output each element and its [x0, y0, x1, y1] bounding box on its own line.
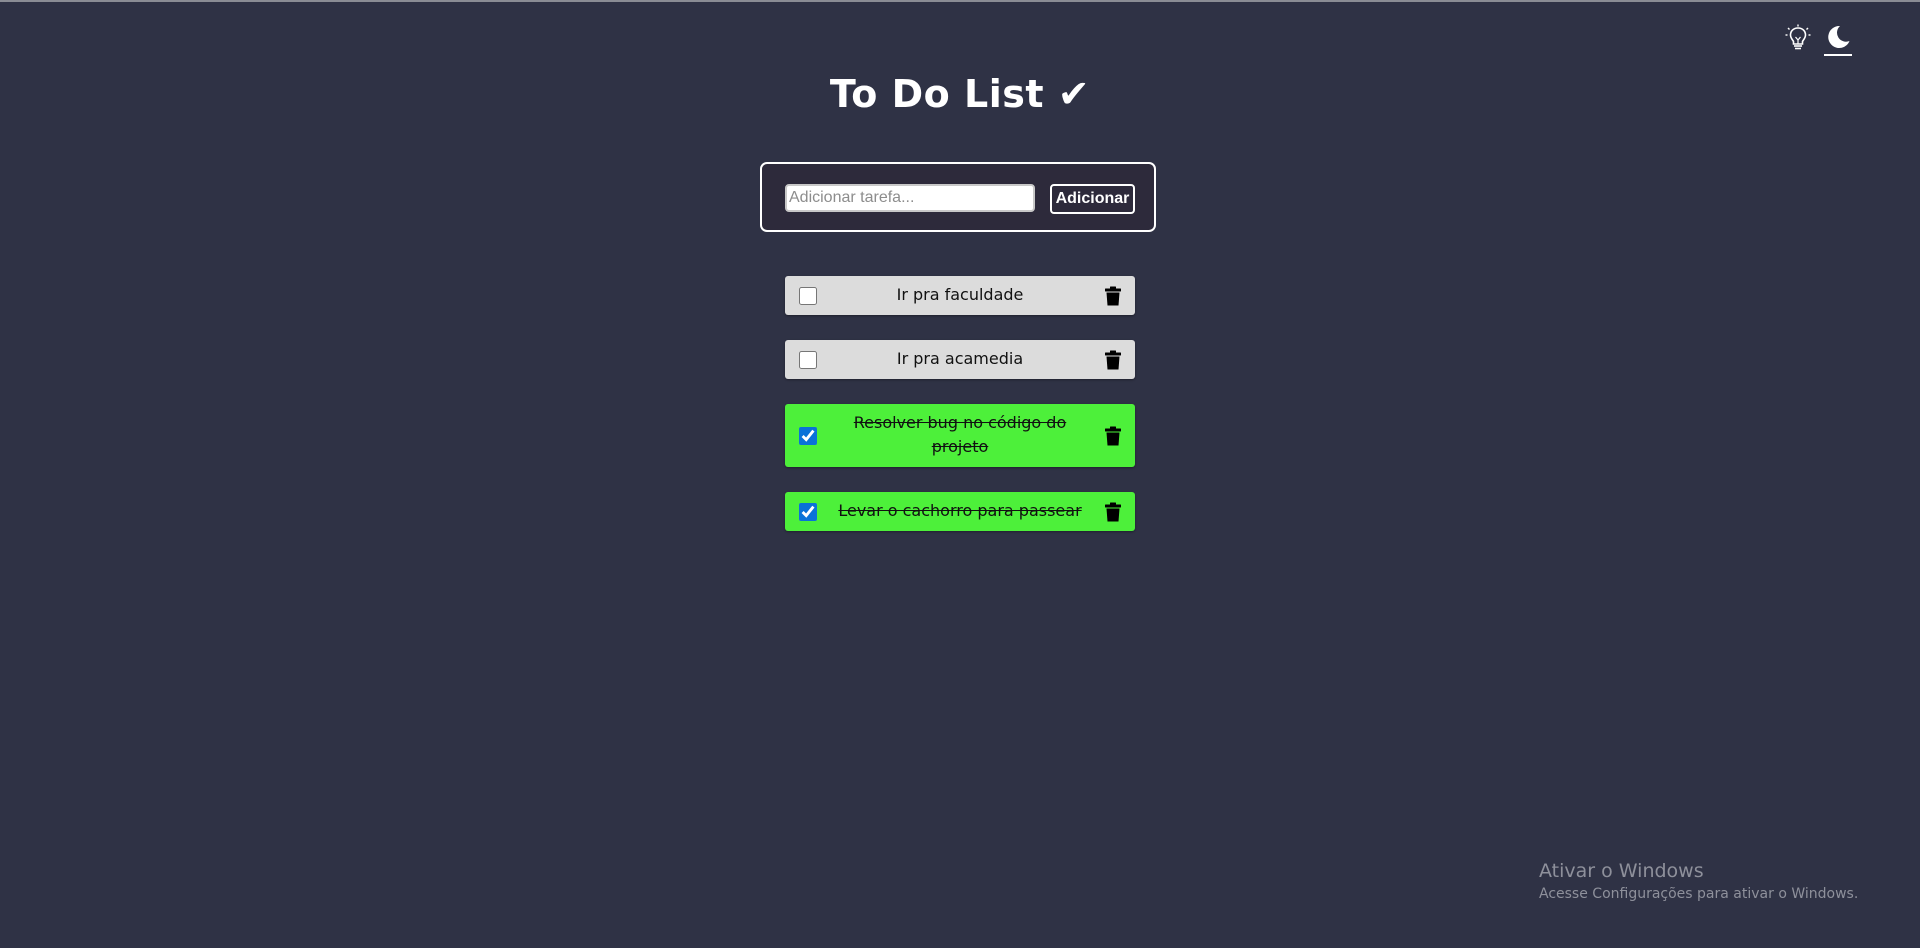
- add-task-form: Adicionar: [760, 162, 1156, 232]
- lightbulb-icon: [1785, 24, 1811, 50]
- task-item: Ir pra acamedia: [785, 340, 1135, 379]
- add-task-button[interactable]: Adicionar: [1050, 184, 1135, 214]
- windows-activation-watermark: Ativar o Windows Acesse Configurações pa…: [1539, 860, 1858, 902]
- dark-theme-button[interactable]: [1824, 24, 1852, 56]
- task-checkbox[interactable]: [799, 350, 817, 369]
- task-item: Resolver bug no código do projeto: [785, 404, 1135, 467]
- page-title: To Do List ✔: [829, 72, 1091, 116]
- light-theme-button[interactable]: [1784, 24, 1812, 56]
- task-checkbox[interactable]: [799, 286, 817, 305]
- task-text: Resolver bug no código do projeto: [853, 413, 1067, 456]
- watermark-subtitle: Acesse Configurações para ativar o Windo…: [1539, 886, 1859, 902]
- trash-icon[interactable]: [1105, 502, 1121, 522]
- watermark-title: Ativar o Windows: [1539, 860, 1704, 882]
- task-text: Levar o cachorro para passear: [838, 501, 1082, 520]
- task-text: Ir pra acamedia: [896, 349, 1024, 368]
- task-text: Ir pra faculdade: [896, 285, 1024, 304]
- task-checkbox[interactable]: [799, 502, 817, 521]
- task-item: Levar o cachorro para passear: [785, 492, 1135, 531]
- task-input[interactable]: [785, 184, 1035, 212]
- task-list: Ir pra faculdade Ir pra acamedia Resolve…: [785, 276, 1135, 556]
- trash-icon[interactable]: [1105, 350, 1121, 370]
- trash-icon[interactable]: [1105, 426, 1121, 446]
- task-item: Ir pra faculdade: [785, 276, 1135, 315]
- theme-switch: [1784, 24, 1852, 56]
- trash-icon[interactable]: [1105, 286, 1121, 306]
- window-top-border: [0, 0, 1920, 2]
- task-checkbox[interactable]: [799, 426, 817, 445]
- moon-icon: [1828, 25, 1850, 48]
